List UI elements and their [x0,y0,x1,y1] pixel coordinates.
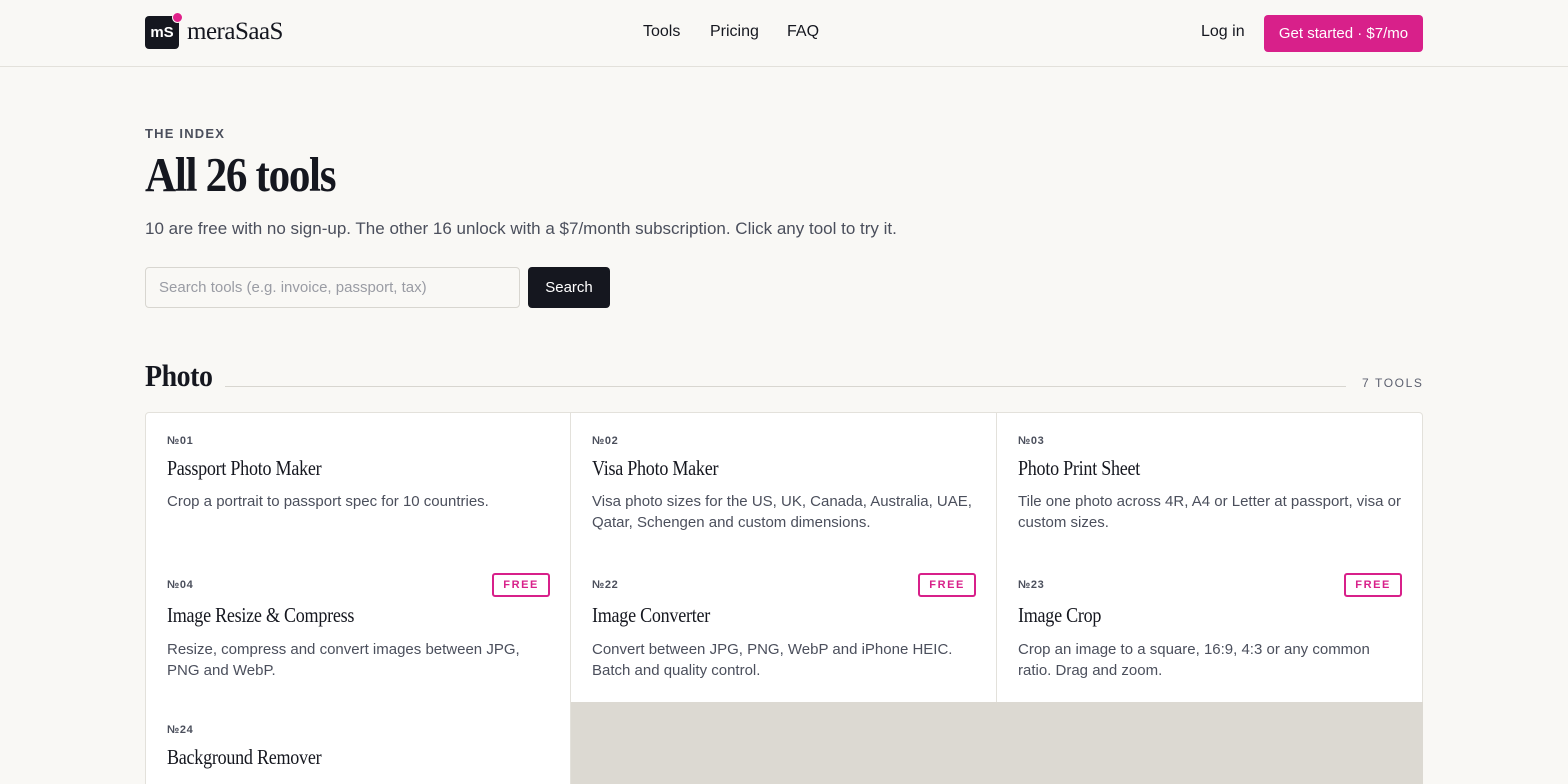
tool-number: №02 [592,435,619,447]
nav-link-faq[interactable]: FAQ [787,23,819,41]
page-subtitle: 10 are free with no sign-up. The other 1… [145,219,897,238]
section-divider [225,386,1346,387]
free-badge: FREE [492,573,550,597]
search-button[interactable]: Search [528,267,610,308]
tool-description: Visa photo sizes for the US, UK, Canada,… [592,493,972,531]
tool-number: №03 [1018,435,1045,447]
eyebrow-label: THE INDEX [145,126,226,141]
tool-title: Background Remover [167,745,322,769]
tool-number: №24 [167,724,194,736]
tool-description: Tile one photo across 4R, A4 or Letter a… [1018,493,1401,531]
top-navigation-bar: mS meraSaaS Tools Pricing FAQ Log in Get… [0,0,1568,67]
page-title: All 26 tools [145,147,337,202]
tool-card[interactable]: №04 FREE Image Resize & Compress Resize,… [145,553,571,703]
logo-wordmark[interactable]: meraSaaS [187,17,283,47]
tool-card[interactable]: №01 Passport Photo Maker Crop a portrait… [145,412,571,554]
tool-number: №23 [1018,579,1045,591]
tool-description: Crop an image to a square, 16:9, 4:3 or … [1018,641,1370,679]
section-title: Photo [145,358,213,393]
tool-card[interactable]: №23 FREE Image Crop Crop an image to a s… [997,553,1423,703]
search-input[interactable] [145,267,520,308]
tool-title: Image Resize & Compress [167,603,355,627]
tool-description: Convert between JPG, PNG, WebP and iPhon… [592,641,953,679]
section-tool-count: 7 TOOLS [1362,376,1424,390]
tool-card[interactable]: №24 Background Remover [145,702,571,784]
tool-number: №01 [167,435,194,447]
nav-link-tools[interactable]: Tools [643,23,680,41]
tool-title: Photo Print Sheet [1018,456,1141,480]
tool-title: Image Converter [592,603,710,627]
tool-title: Passport Photo Maker [167,456,322,480]
tool-grid: №01 Passport Photo Maker Crop a portrait… [145,412,1423,784]
tool-number: №22 [592,579,619,591]
grid-empty-area [571,702,1423,784]
tool-description: Crop a portrait to passport spec for 10 … [167,493,489,510]
tool-title: Image Crop [1018,603,1102,627]
logo-dot-icon [172,12,183,23]
free-badge: FREE [918,573,976,597]
tool-card[interactable]: №02 Visa Photo Maker Visa photo sizes fo… [571,412,997,554]
tool-number: №04 [167,579,194,591]
tool-description: Resize, compress and convert images betw… [167,641,520,679]
login-link[interactable]: Log in [1201,23,1245,41]
tool-title: Visa Photo Maker [592,456,719,480]
nav-link-pricing[interactable]: Pricing [710,23,759,41]
free-badge: FREE [1344,573,1402,597]
tool-card[interactable]: №03 Photo Print Sheet Tile one photo acr… [997,412,1423,554]
get-started-button[interactable]: Get started · $7/mo [1264,15,1423,52]
tool-card[interactable]: №22 FREE Image Converter Convert between… [571,553,997,703]
